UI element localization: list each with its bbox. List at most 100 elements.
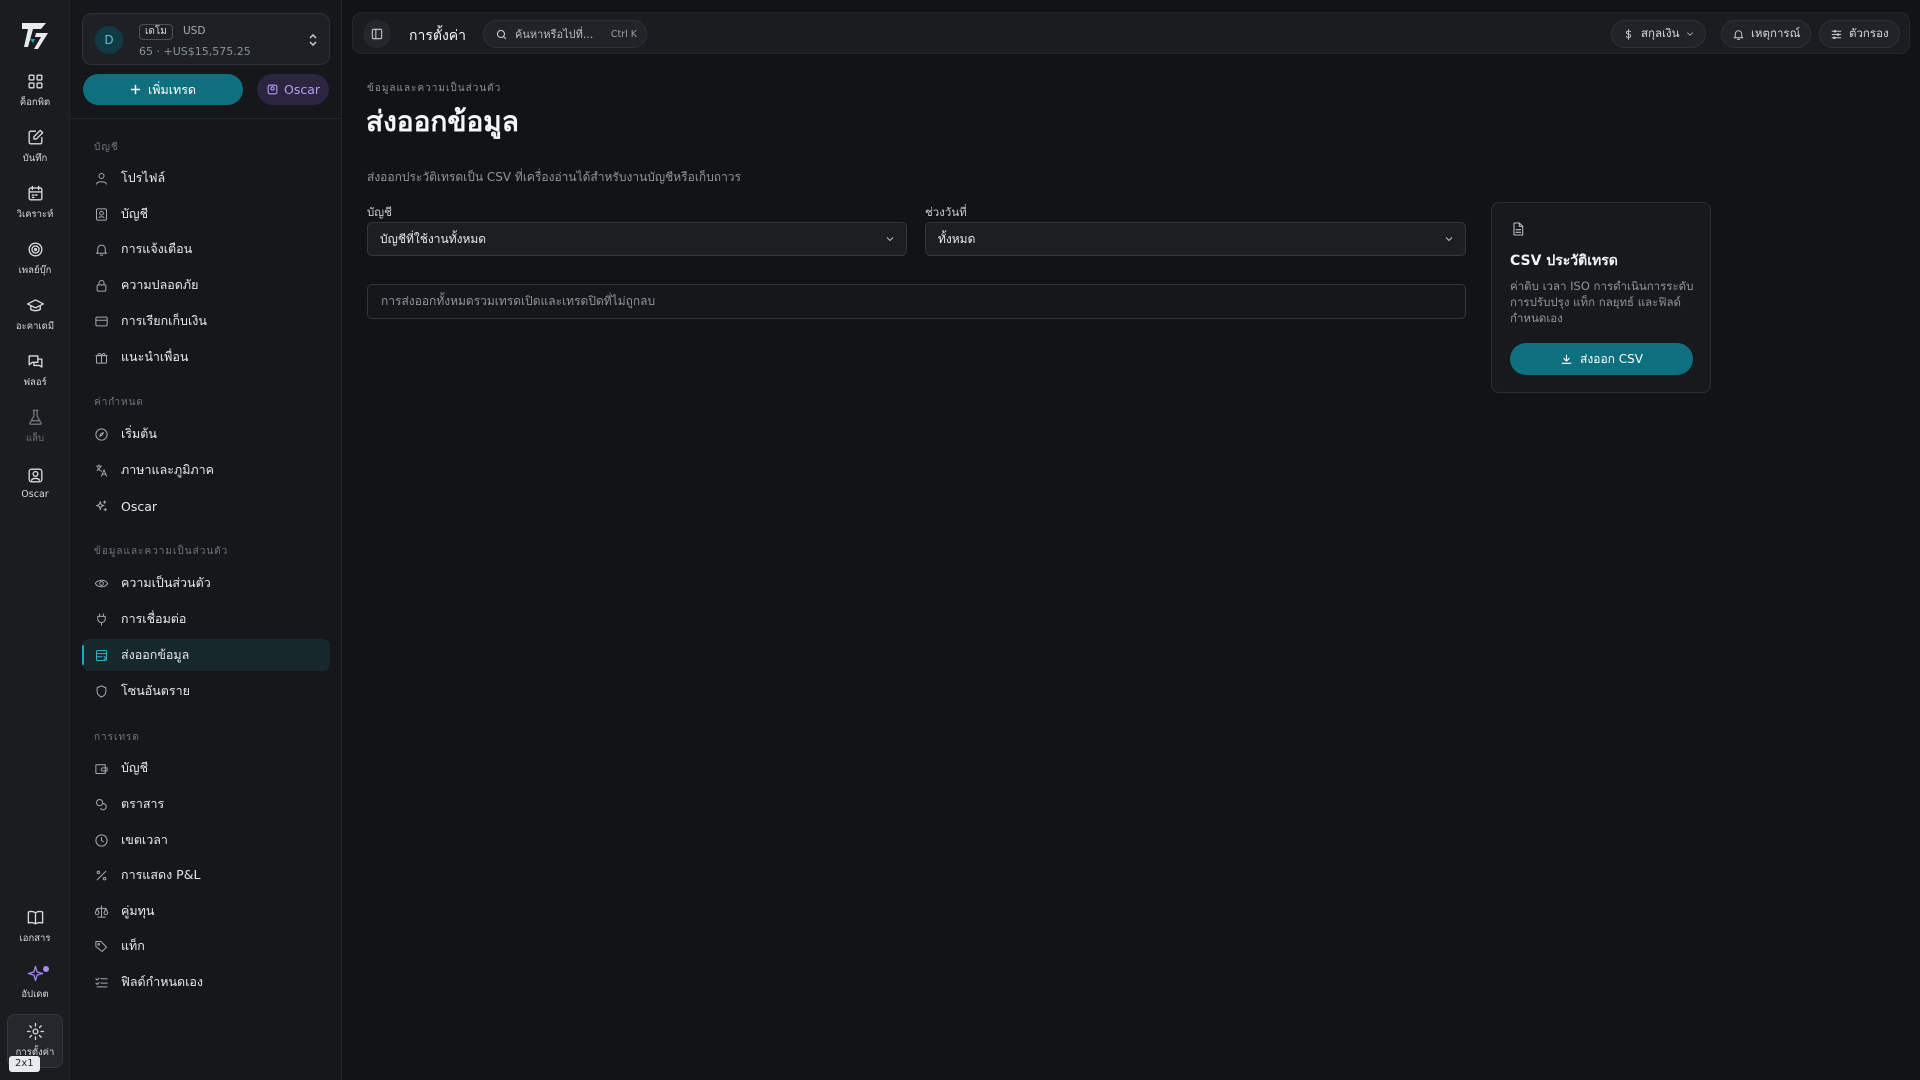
notification-dot: [43, 966, 49, 972]
sidebar-item-label: แท็ก: [121, 938, 145, 953]
sidebar-item-export-data[interactable]: ส่งออกข้อมูล: [82, 639, 330, 671]
user-icon: [96, 172, 107, 185]
download-icon: [1561, 354, 1572, 364]
app-logo-icon[interactable]: [18, 18, 52, 52]
events-button[interactable]: เหตุการณ์: [1721, 20, 1812, 48]
bell-icon: [96, 244, 107, 256]
account-switcher[interactable]: D เดโม USD 65 · +US$15,575.25: [82, 13, 330, 65]
date-range-label: ช่วงวันที่: [925, 205, 967, 219]
plus-icon: [130, 84, 141, 95]
export-csv-label: ส่งออก CSV: [1580, 351, 1643, 366]
currency-button[interactable]: สกุลเงิน: [1611, 20, 1707, 48]
breadcrumb: ข้อมูลและความเป็นส่วนตัว: [367, 83, 502, 94]
sidebar-item-label: ความปลอดภัย: [121, 277, 199, 292]
rail-label: บันทึก: [22, 153, 48, 164]
oscar-label: Oscar: [283, 82, 321, 97]
sidebar-item-oscar[interactable]: Oscar: [82, 490, 330, 522]
date-range-value: ทั้งหมด: [938, 231, 976, 246]
search-icon: [496, 29, 507, 39]
sidebar-item-label: แนะนำเพื่อน: [121, 349, 189, 364]
scale-icon: [94, 904, 109, 918]
sidebar-item-label: เขตเวลา: [121, 832, 168, 847]
oscar-button[interactable]: Oscar: [257, 74, 329, 105]
sliders-icon: [1831, 29, 1842, 39]
rail-floor[interactable]: ฟลอร์: [7, 346, 63, 396]
account-select-value: บัญชีที่ใช้งานทั้งหมด: [380, 231, 487, 246]
gift-icon: [95, 352, 108, 364]
icon-rail: ค็อกพิต บันทึก วิเคราะห์ เพลย์บุ๊ก อะคาเ…: [0, 0, 70, 1080]
rail-updates[interactable]: อัปเดต: [7, 958, 63, 1008]
settings-sidebar: D เดโม USD 65 · +US$15,575.25 เพิ่มเทรด …: [70, 0, 342, 1080]
plug-icon: [97, 612, 106, 626]
sidebar-item-notifications[interactable]: การแจ้งเตือน: [82, 233, 330, 265]
chevron-up-down-icon: [309, 33, 317, 47]
sidebar-item-profile[interactable]: โปรไฟล์: [82, 162, 330, 194]
sidebar-toggle-button[interactable]: [363, 20, 391, 48]
rail-label: ค็อกพิต: [19, 97, 51, 108]
sidebar-item-referral[interactable]: แนะนำเพื่อน: [82, 341, 330, 373]
calendar-icon: [27, 185, 43, 201]
sidebar-item-cost-basis[interactable]: คู่มทุน: [82, 895, 330, 927]
export-csv-button[interactable]: ส่งออก CSV: [1510, 343, 1693, 375]
card-title: CSV ประวัติเทรด: [1510, 253, 1618, 269]
sidebar-item-tags[interactable]: แท็ก: [82, 930, 330, 962]
rail-label: ฟลอร์: [23, 377, 47, 388]
account-select[interactable]: บัญชีที่ใช้งานทั้งหมด: [367, 222, 907, 256]
date-range-select[interactable]: ทั้งหมด: [925, 222, 1466, 256]
chevron-down-icon: [1687, 32, 1694, 36]
section-heading-account: บัญชี: [94, 142, 119, 153]
section-heading-preferences: ค่ากำหนด: [94, 397, 144, 408]
sidebar-item-label: การเชื่อมต่อ: [121, 611, 187, 626]
rail-journal[interactable]: บันทึก: [7, 122, 63, 172]
sidebar-item-connections[interactable]: การเชื่อมต่อ: [82, 603, 330, 635]
sidebar-item-label: ภาษาและภูมิภาค: [121, 462, 215, 477]
account-currency: USD: [183, 25, 206, 37]
csv-export-card: CSV ประวัติเทรด ค่าดิบ เวลา ISO การดำเนิ…: [1491, 202, 1711, 393]
section-heading-trading: การเทรด: [94, 732, 140, 743]
rail-playbook[interactable]: เพลย์บุ๊ก: [7, 234, 63, 284]
sidebar-item-label: คู่มทุน: [121, 903, 155, 918]
oscar-icon: [267, 84, 278, 95]
sidebar-item-label: การแสดง P&L: [121, 867, 201, 882]
sidebar-item-account[interactable]: บัญชี: [82, 198, 330, 230]
sidebar-item-label: Oscar: [121, 498, 158, 514]
sidebar-item-danger-zone[interactable]: โซนอันตราย: [82, 675, 330, 707]
rail-label: เอกสาร: [19, 933, 51, 944]
sidebar-item-timezone[interactable]: เขตเวลา: [82, 824, 330, 856]
add-trade-button[interactable]: เพิ่มเทรด: [83, 74, 243, 105]
page-title: การตั้งค่า: [409, 28, 467, 44]
sidebar-item-trading-accounts[interactable]: บัญชี: [82, 752, 330, 784]
sidebar-item-label: โซนอันตราย: [121, 683, 190, 698]
chevron-down-icon: [1445, 237, 1453, 242]
sparkles-icon: [96, 499, 107, 511]
sidebar-item-privacy[interactable]: ความเป็นส่วนตัว: [82, 567, 330, 599]
export-info-note: การส่งออกทั้งหมดรวมเทรดเปิดและเทรดปิดที่…: [367, 284, 1466, 319]
dollar-icon: [1625, 28, 1632, 40]
sidebar-item-instruments[interactable]: ตราสาร: [82, 788, 330, 820]
search-placeholder: ค้นหาหรือไปที่...: [515, 28, 594, 41]
grid-icon: [27, 74, 43, 89]
sidebar-item-defaults[interactable]: เริ่มต้น: [82, 418, 330, 450]
rail-docs[interactable]: เอกสาร: [7, 902, 63, 952]
section-heading-data-privacy: ข้อมูลและความเป็นส่วนตัว: [94, 546, 229, 557]
rail-academy[interactable]: อะคาเดมี: [7, 290, 63, 340]
search-input[interactable]: ค้นหาหรือไปที่... Ctrl K: [483, 20, 647, 48]
sidebar-item-language[interactable]: ภาษาและภูมิภาค: [82, 454, 330, 486]
rail-analytics[interactable]: วิเคราะห์: [7, 178, 63, 228]
filter-button[interactable]: ตัวกรอง: [1819, 20, 1900, 48]
size-badge: 2x1: [9, 1056, 40, 1072]
account-summary: 65 · +US$15,575.25: [139, 45, 251, 58]
rail-oscar[interactable]: Oscar: [7, 458, 63, 508]
sidebar-item-custom-fields[interactable]: ฟิลด์กำหนดเอง: [82, 966, 330, 998]
rail-lab[interactable]: แล็บ: [7, 402, 63, 452]
lock-icon: [96, 279, 107, 292]
database-export-icon: [96, 649, 107, 661]
clock-icon: [95, 833, 108, 847]
sidebar-item-label: โปรไฟล์: [121, 170, 166, 185]
rail-cockpit[interactable]: ค็อกพิต: [7, 66, 63, 116]
avatar: D: [95, 26, 123, 54]
sidebar-item-billing[interactable]: การเรียกเก็บเงิน: [82, 305, 330, 337]
sidebar-item-security[interactable]: ความปลอดภัย: [82, 269, 330, 301]
sidebar-item-pnl-display[interactable]: การแสดง P&L: [82, 859, 330, 891]
page-description: ส่งออกประวัติเทรดเป็น CSV ที่เครื่องอ่าน…: [367, 170, 741, 184]
